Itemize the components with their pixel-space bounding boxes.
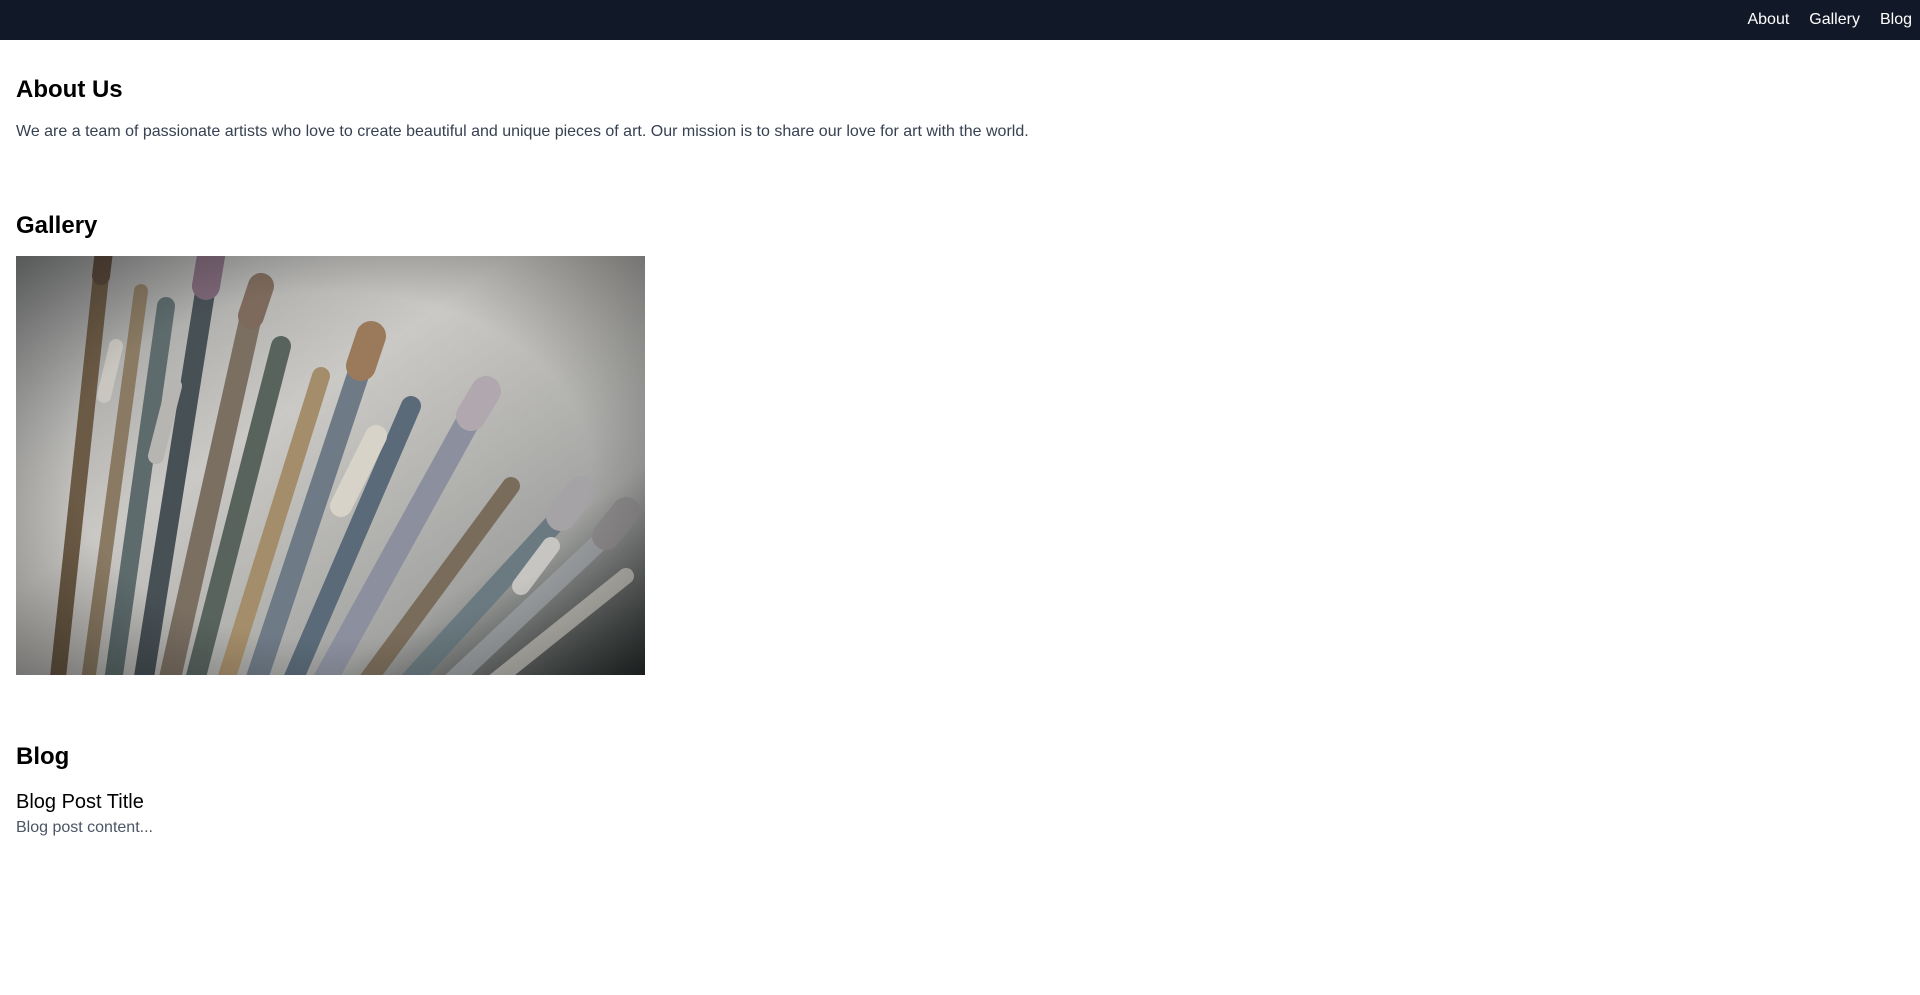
about-heading: About Us: [16, 76, 123, 103]
paint-brushes-illustration: [16, 256, 645, 675]
blog-heading: Blog: [16, 743, 70, 770]
nav-link-gallery[interactable]: Gallery: [1809, 0, 1860, 40]
top-navigation-bar: About Gallery Blog: [0, 0, 1920, 40]
blog-post-title[interactable]: Blog Post Title: [16, 791, 144, 814]
nav-link-about[interactable]: About: [1747, 0, 1789, 40]
nav-link-blog[interactable]: Blog: [1880, 0, 1912, 40]
paint-brushes-image: [16, 256, 645, 675]
blog-post-content: Blog post content...: [16, 819, 153, 836]
gallery-heading: Gallery: [16, 212, 98, 239]
about-description: We are a team of passionate artists who …: [16, 123, 1029, 140]
